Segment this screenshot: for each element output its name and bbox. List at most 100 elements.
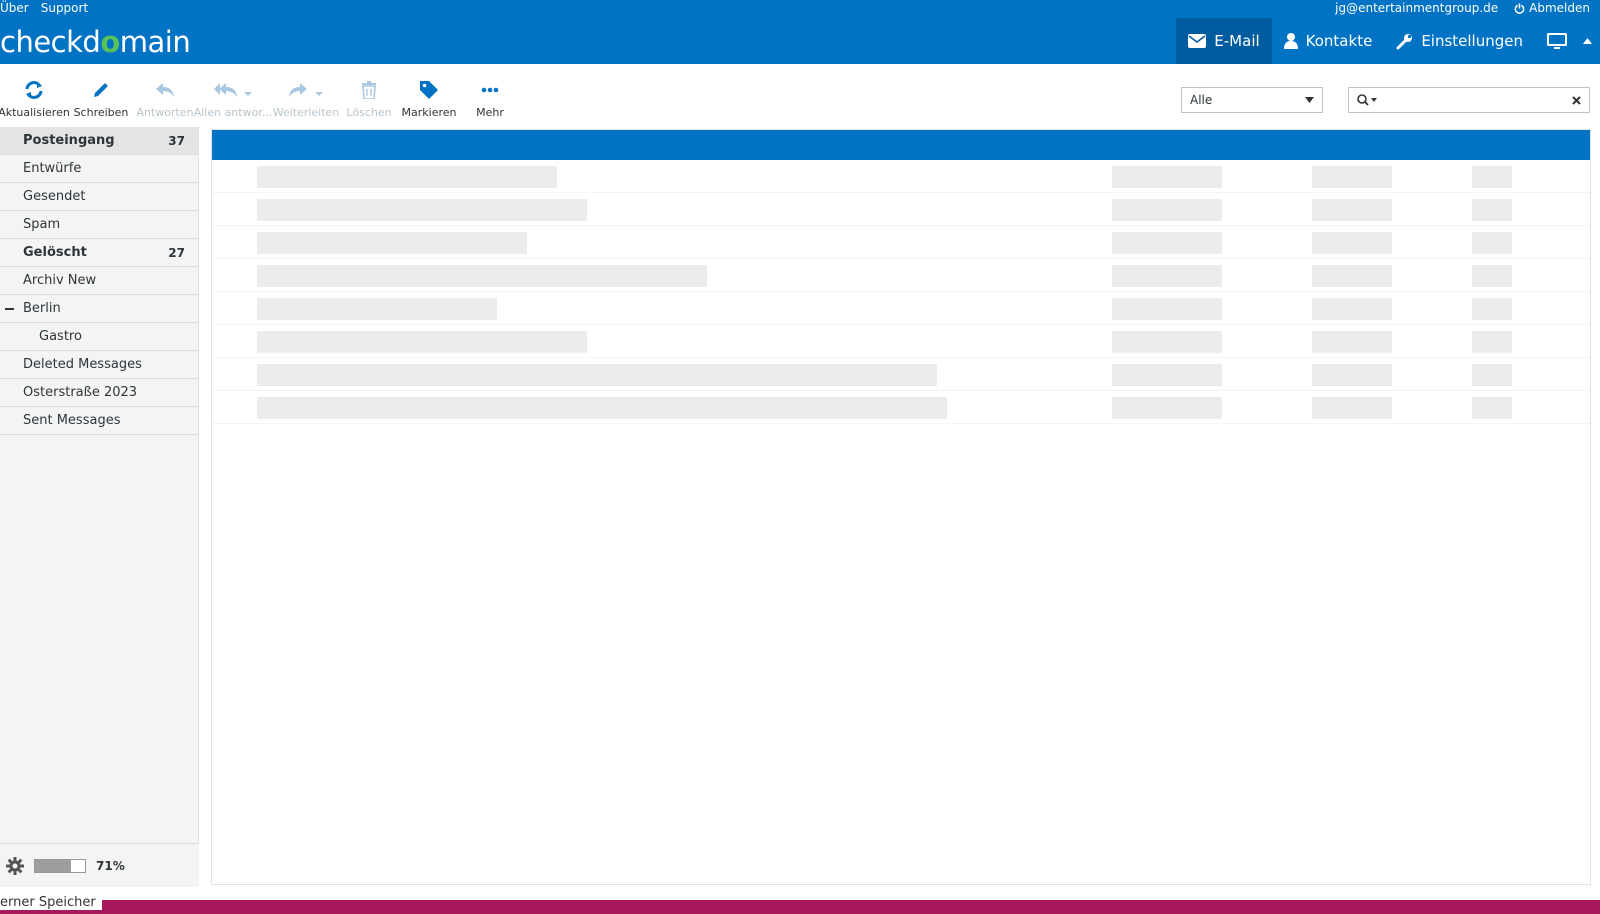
taskbar-strip: erner Speicher <box>0 896 1600 914</box>
redacted-content <box>1112 166 1222 188</box>
quota-label: 71% <box>96 858 125 873</box>
search-options-icon[interactable] <box>1357 94 1379 106</box>
user-bar: jg@entertainmentgroup.de Abmelden <box>1335 0 1590 16</box>
folder-name: Gastro <box>39 329 82 344</box>
sidebar-footer: 71% <box>0 843 199 887</box>
user-icon <box>1283 33 1298 49</box>
folder-sent[interactable]: Gesendet <box>0 183 198 211</box>
delete-button[interactable]: Löschen <box>342 64 396 124</box>
message-row[interactable] <box>212 226 1590 259</box>
forward-icon <box>289 83 323 97</box>
message-row[interactable] <box>212 193 1590 226</box>
redacted-content <box>257 298 497 320</box>
support-link[interactable]: Support <box>41 1 88 15</box>
redacted-content <box>257 397 947 419</box>
about-link[interactable]: Über <box>0 1 29 15</box>
task-mail[interactable]: E-Mail <box>1176 18 1272 64</box>
message-row[interactable] <box>212 325 1590 358</box>
power-icon <box>1514 2 1525 14</box>
folder-inbox[interactable]: Posteingang 37 <box>0 127 198 155</box>
folder-name: Berlin <box>23 301 61 316</box>
task-settings[interactable]: Einstellungen <box>1384 18 1535 64</box>
top-bar: Über Support jg@entertainmentgroup.de Ab… <box>0 0 1600 64</box>
folder-berlin[interactable]: Berlin <box>0 295 198 323</box>
message-list <box>211 129 1591 885</box>
envelope-icon <box>1188 34 1207 48</box>
redacted-content <box>1472 166 1512 188</box>
checkdomain-logo[interactable]: checkdomain <box>0 24 191 60</box>
redacted-content <box>1472 232 1512 254</box>
folder-name: Entwürfe <box>23 161 82 176</box>
redacted-content <box>1312 298 1392 320</box>
message-row[interactable] <box>212 160 1590 193</box>
folder-sent-messages[interactable]: Sent Messages <box>0 407 198 435</box>
redacted-content <box>1312 199 1392 221</box>
folder-list: Posteingang 37 Entwürfe Gesendet Spam Ge… <box>0 127 199 887</box>
filter-select[interactable]: Alle <box>1181 87 1323 113</box>
task-settings-label: Einstellungen <box>1421 32 1523 50</box>
reply-all-button[interactable]: Allen antwor... <box>193 64 273 124</box>
folder-osterstrasse-2023[interactable]: Osterstraße 2023 <box>0 379 198 407</box>
refresh-label: Aktualisieren <box>0 106 70 119</box>
folder-spam[interactable]: Spam <box>0 211 198 239</box>
folder-deleted-messages[interactable]: Deleted Messages <box>0 351 198 379</box>
message-row[interactable] <box>212 259 1590 292</box>
redacted-content <box>1312 397 1392 419</box>
top-links: Über Support <box>0 0 88 16</box>
unread-count: 27 <box>168 245 185 260</box>
redacted-content <box>1472 298 1512 320</box>
redacted-content <box>1472 364 1512 386</box>
monitor-icon <box>1547 32 1567 49</box>
task-contacts[interactable]: Kontakte <box>1272 18 1385 64</box>
reply-all-icon <box>214 83 252 97</box>
chevron-down-icon <box>1305 97 1314 103</box>
more-label: Mehr <box>476 106 504 119</box>
redacted-content <box>1112 397 1222 419</box>
redacted-content <box>1112 265 1222 287</box>
message-row[interactable] <box>212 358 1590 391</box>
unread-count: 37 <box>168 133 185 148</box>
redacted-content <box>257 166 557 188</box>
collapse-folder-icon[interactable] <box>5 308 14 310</box>
redacted-content <box>1112 331 1222 353</box>
user-email: jg@entertainmentgroup.de <box>1335 1 1499 15</box>
reply-all-label: Allen antwor... <box>193 106 273 119</box>
trash-icon <box>362 81 376 99</box>
compose-label: Schreiben <box>73 106 129 119</box>
folder-name: Sent Messages <box>23 413 121 428</box>
redacted-content <box>257 232 527 254</box>
refresh-button[interactable]: Aktualisieren <box>0 64 70 124</box>
folder-gastro[interactable]: Gastro <box>0 323 198 351</box>
redacted-content <box>1472 265 1512 287</box>
forward-button[interactable]: Weiterleiten <box>270 64 342 124</box>
redacted-content <box>1472 397 1512 419</box>
search-box[interactable] <box>1348 87 1590 113</box>
folder-archiv-new[interactable]: Archiv New <box>0 267 198 295</box>
collapse-header-button[interactable] <box>1579 18 1600 64</box>
clear-search-icon[interactable] <box>1572 95 1581 105</box>
storage-label: erner Speicher <box>0 896 102 910</box>
reply-button[interactable]: Antworten <box>134 64 196 124</box>
pencil-icon <box>94 83 108 97</box>
folder-trash[interactable]: Gelöscht 27 <box>0 239 198 267</box>
folder-drafts[interactable]: Entwürfe <box>0 155 198 183</box>
message-row[interactable] <box>212 292 1590 325</box>
logout-button[interactable]: Abmelden <box>1514 1 1590 15</box>
quota-fill <box>35 859 71 872</box>
redacted-content <box>1112 364 1222 386</box>
mark-label: Markieren <box>401 106 457 119</box>
redacted-content <box>257 199 587 221</box>
mail-toolbar: Aktualisieren Schreiben Antworten Allen … <box>0 64 518 124</box>
redacted-content <box>1112 232 1222 254</box>
mark-button[interactable]: Markieren <box>396 64 462 124</box>
task-mail-label: E-Mail <box>1214 32 1260 50</box>
more-button[interactable]: Mehr <box>462 64 518 124</box>
message-row[interactable] <box>212 391 1590 424</box>
compose-button[interactable]: Schreiben <box>68 64 134 124</box>
redacted-content <box>1312 364 1392 386</box>
folder-name: Gelöscht <box>23 245 87 260</box>
gear-icon[interactable] <box>6 856 24 875</box>
chevron-up-icon <box>1583 38 1592 44</box>
redacted-content <box>1312 265 1392 287</box>
layout-switch-button[interactable] <box>1535 18 1579 64</box>
